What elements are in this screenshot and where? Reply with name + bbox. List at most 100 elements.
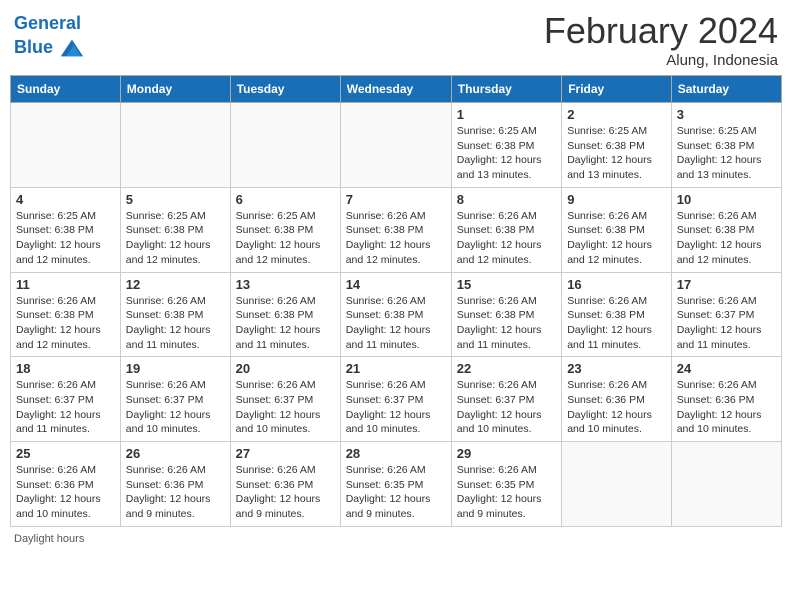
- cell-day-number: 6: [236, 192, 335, 207]
- cell-info-text: Sunrise: 6:25 AM Sunset: 6:38 PM Dayligh…: [16, 209, 115, 268]
- cell-info-text: Sunrise: 6:26 AM Sunset: 6:37 PM Dayligh…: [346, 378, 446, 437]
- calendar-cell: 22 Sunrise: 6:26 AM Sunset: 6:37 PM Dayli…: [451, 357, 561, 442]
- calendar-cell: 25 Sunrise: 6:26 AM Sunset: 6:36 PM Dayli…: [11, 442, 121, 527]
- dow-cell: Saturday: [671, 76, 781, 103]
- logo-icon: [57, 34, 85, 62]
- cell-info-text: Sunrise: 6:26 AM Sunset: 6:38 PM Dayligh…: [677, 209, 776, 268]
- calendar-cell: 29Sunrise: 6:26 AM Sunset: 6:35 PM Dayli…: [451, 442, 561, 527]
- cell-info-text: Sunrise: 6:26 AM Sunset: 6:37 PM Dayligh…: [457, 378, 556, 437]
- calendar-cell: 13Sunrise: 6:26 AM Sunset: 6:38 PM Dayli…: [230, 272, 340, 357]
- cell-day-number: 3: [677, 107, 776, 122]
- cell-day-number: 7: [346, 192, 446, 207]
- calendar-cell: 9 Sunrise: 6:26 AM Sunset: 6:38 PM Daylig…: [562, 187, 672, 272]
- calendar-cell: 20Sunrise: 6:26 AM Sunset: 6:37 PM Dayli…: [230, 357, 340, 442]
- calendar-cell: 11 Sunrise: 6:26 AM Sunset: 6:38 PM Dayli…: [11, 272, 121, 357]
- calendar-cell: 14 Sunrise: 6:26 AM Sunset: 6:38 PM Dayli…: [340, 272, 451, 357]
- cell-day-number: 24: [677, 361, 776, 376]
- cell-info-text: Sunrise: 6:26 AM Sunset: 6:38 PM Dayligh…: [346, 209, 446, 268]
- logo-text-blue: Blue: [14, 38, 53, 58]
- cell-info-text: Sunrise: 6:26 AM Sunset: 6:37 PM Dayligh…: [16, 378, 115, 437]
- cell-info-text: Sunrise: 6:25 AM Sunset: 6:38 PM Dayligh…: [677, 124, 776, 183]
- cell-day-number: 18: [16, 361, 115, 376]
- cell-info-text: Sunrise: 6:26 AM Sunset: 6:36 PM Dayligh…: [16, 463, 115, 522]
- dow-cell: Tuesday: [230, 76, 340, 103]
- cell-day-number: 13: [236, 277, 335, 292]
- page-header: General Blue February 2024 Alung, Indone…: [10, 10, 782, 69]
- calendar-cell: 17 Sunrise: 6:26 AM Sunset: 6:37 PM Dayli…: [671, 272, 781, 357]
- location-subtitle: Alung, Indonesia: [544, 52, 778, 69]
- calendar-cell: 19 Sunrise: 6:26 AM Sunset: 6:37 PM Dayli…: [120, 357, 230, 442]
- dow-cell: Wednesday: [340, 76, 451, 103]
- calendar-cell: 3 Sunrise: 6:25 AM Sunset: 6:38 PM Daylig…: [671, 103, 781, 188]
- calendar-table: SundayMondayTuesdayWednesdayThursdayFrid…: [10, 75, 782, 527]
- cell-info-text: Sunrise: 6:26 AM Sunset: 6:37 PM Dayligh…: [126, 378, 225, 437]
- footer-text: Daylight hours: [14, 533, 84, 545]
- cell-info-text: Sunrise: 6:26 AM Sunset: 6:38 PM Dayligh…: [457, 294, 556, 353]
- logo-text: General: [14, 14, 85, 34]
- calendar-cell: [340, 103, 451, 188]
- cell-info-text: Sunrise: 6:26 AM Sunset: 6:37 PM Dayligh…: [236, 378, 335, 437]
- calendar-cell: [120, 103, 230, 188]
- cell-info-text: Sunrise: 6:26 AM Sunset: 6:36 PM Dayligh…: [126, 463, 225, 522]
- calendar-cell: [562, 442, 672, 527]
- cell-info-text: Sunrise: 6:26 AM Sunset: 6:38 PM Dayligh…: [457, 209, 556, 268]
- calendar-cell: 5Sunrise: 6:25 AM Sunset: 6:38 PM Daylig…: [120, 187, 230, 272]
- cell-info-text: Sunrise: 6:26 AM Sunset: 6:36 PM Dayligh…: [677, 378, 776, 437]
- cell-info-text: Sunrise: 6:26 AM Sunset: 6:38 PM Dayligh…: [126, 294, 225, 353]
- cell-day-number: 26: [126, 446, 225, 461]
- calendar-week-row: 4Sunrise: 6:25 AM Sunset: 6:38 PM Daylig…: [11, 187, 782, 272]
- calendar-cell: 24 Sunrise: 6:26 AM Sunset: 6:36 PM Dayli…: [671, 357, 781, 442]
- cell-day-number: 23: [567, 361, 666, 376]
- calendar-cell: 4Sunrise: 6:25 AM Sunset: 6:38 PM Daylig…: [11, 187, 121, 272]
- cell-day-number: 1: [457, 107, 556, 122]
- cell-day-number: 22: [457, 361, 556, 376]
- calendar-cell: [11, 103, 121, 188]
- calendar-cell: 2Sunrise: 6:25 AM Sunset: 6:38 PM Daylig…: [562, 103, 672, 188]
- calendar-cell: 7 Sunrise: 6:26 AM Sunset: 6:38 PM Daylig…: [340, 187, 451, 272]
- cell-day-number: 12: [126, 277, 225, 292]
- cell-info-text: Sunrise: 6:26 AM Sunset: 6:35 PM Dayligh…: [457, 463, 556, 522]
- dow-cell: Sunday: [11, 76, 121, 103]
- cell-info-text: Sunrise: 6:26 AM Sunset: 6:36 PM Dayligh…: [236, 463, 335, 522]
- logo: General Blue: [14, 14, 85, 62]
- day-of-week-header: SundayMondayTuesdayWednesdayThursdayFrid…: [11, 76, 782, 103]
- cell-day-number: 21: [346, 361, 446, 376]
- dow-cell: Thursday: [451, 76, 561, 103]
- dow-cell: Friday: [562, 76, 672, 103]
- cell-day-number: 25: [16, 446, 115, 461]
- cell-info-text: Sunrise: 6:25 AM Sunset: 6:38 PM Dayligh…: [236, 209, 335, 268]
- calendar-cell: 28Sunrise: 6:26 AM Sunset: 6:35 PM Dayli…: [340, 442, 451, 527]
- cell-info-text: Sunrise: 6:26 AM Sunset: 6:38 PM Dayligh…: [346, 294, 446, 353]
- cell-day-number: 15: [457, 277, 556, 292]
- calendar-cell: 26 Sunrise: 6:26 AM Sunset: 6:36 PM Dayli…: [120, 442, 230, 527]
- title-block: February 2024 Alung, Indonesia: [544, 10, 778, 69]
- calendar-cell: 10Sunrise: 6:26 AM Sunset: 6:38 PM Dayli…: [671, 187, 781, 272]
- calendar-week-row: 25 Sunrise: 6:26 AM Sunset: 6:36 PM Dayli…: [11, 442, 782, 527]
- cell-info-text: Sunrise: 6:26 AM Sunset: 6:38 PM Dayligh…: [16, 294, 115, 353]
- footer: Daylight hours: [10, 533, 782, 545]
- cell-day-number: 16: [567, 277, 666, 292]
- cell-info-text: Sunrise: 6:26 AM Sunset: 6:37 PM Dayligh…: [677, 294, 776, 353]
- calendar-week-row: 18 Sunrise: 6:26 AM Sunset: 6:37 PM Dayli…: [11, 357, 782, 442]
- cell-day-number: 14: [346, 277, 446, 292]
- cell-info-text: Sunrise: 6:25 AM Sunset: 6:38 PM Dayligh…: [457, 124, 556, 183]
- cell-info-text: Sunrise: 6:25 AM Sunset: 6:38 PM Dayligh…: [567, 124, 666, 183]
- cell-day-number: 9: [567, 192, 666, 207]
- calendar-cell: 23 Sunrise: 6:26 AM Sunset: 6:36 PM Dayli…: [562, 357, 672, 442]
- calendar-week-row: 11 Sunrise: 6:26 AM Sunset: 6:38 PM Dayli…: [11, 272, 782, 357]
- dow-cell: Monday: [120, 76, 230, 103]
- calendar-cell: 12 Sunrise: 6:26 AM Sunset: 6:38 PM Dayli…: [120, 272, 230, 357]
- cell-info-text: Sunrise: 6:26 AM Sunset: 6:36 PM Dayligh…: [567, 378, 666, 437]
- cell-info-text: Sunrise: 6:26 AM Sunset: 6:38 PM Dayligh…: [567, 209, 666, 268]
- cell-day-number: 27: [236, 446, 335, 461]
- cell-day-number: 19: [126, 361, 225, 376]
- cell-day-number: 11: [16, 277, 115, 292]
- cell-day-number: 5: [126, 192, 225, 207]
- calendar-cell: [671, 442, 781, 527]
- calendar-cell: 18 Sunrise: 6:26 AM Sunset: 6:37 PM Dayli…: [11, 357, 121, 442]
- month-title: February 2024: [544, 10, 778, 52]
- calendar-cell: 21 Sunrise: 6:26 AM Sunset: 6:37 PM Dayli…: [340, 357, 451, 442]
- cell-info-text: Sunrise: 6:26 AM Sunset: 6:38 PM Dayligh…: [567, 294, 666, 353]
- cell-day-number: 8: [457, 192, 556, 207]
- cell-day-number: 17: [677, 277, 776, 292]
